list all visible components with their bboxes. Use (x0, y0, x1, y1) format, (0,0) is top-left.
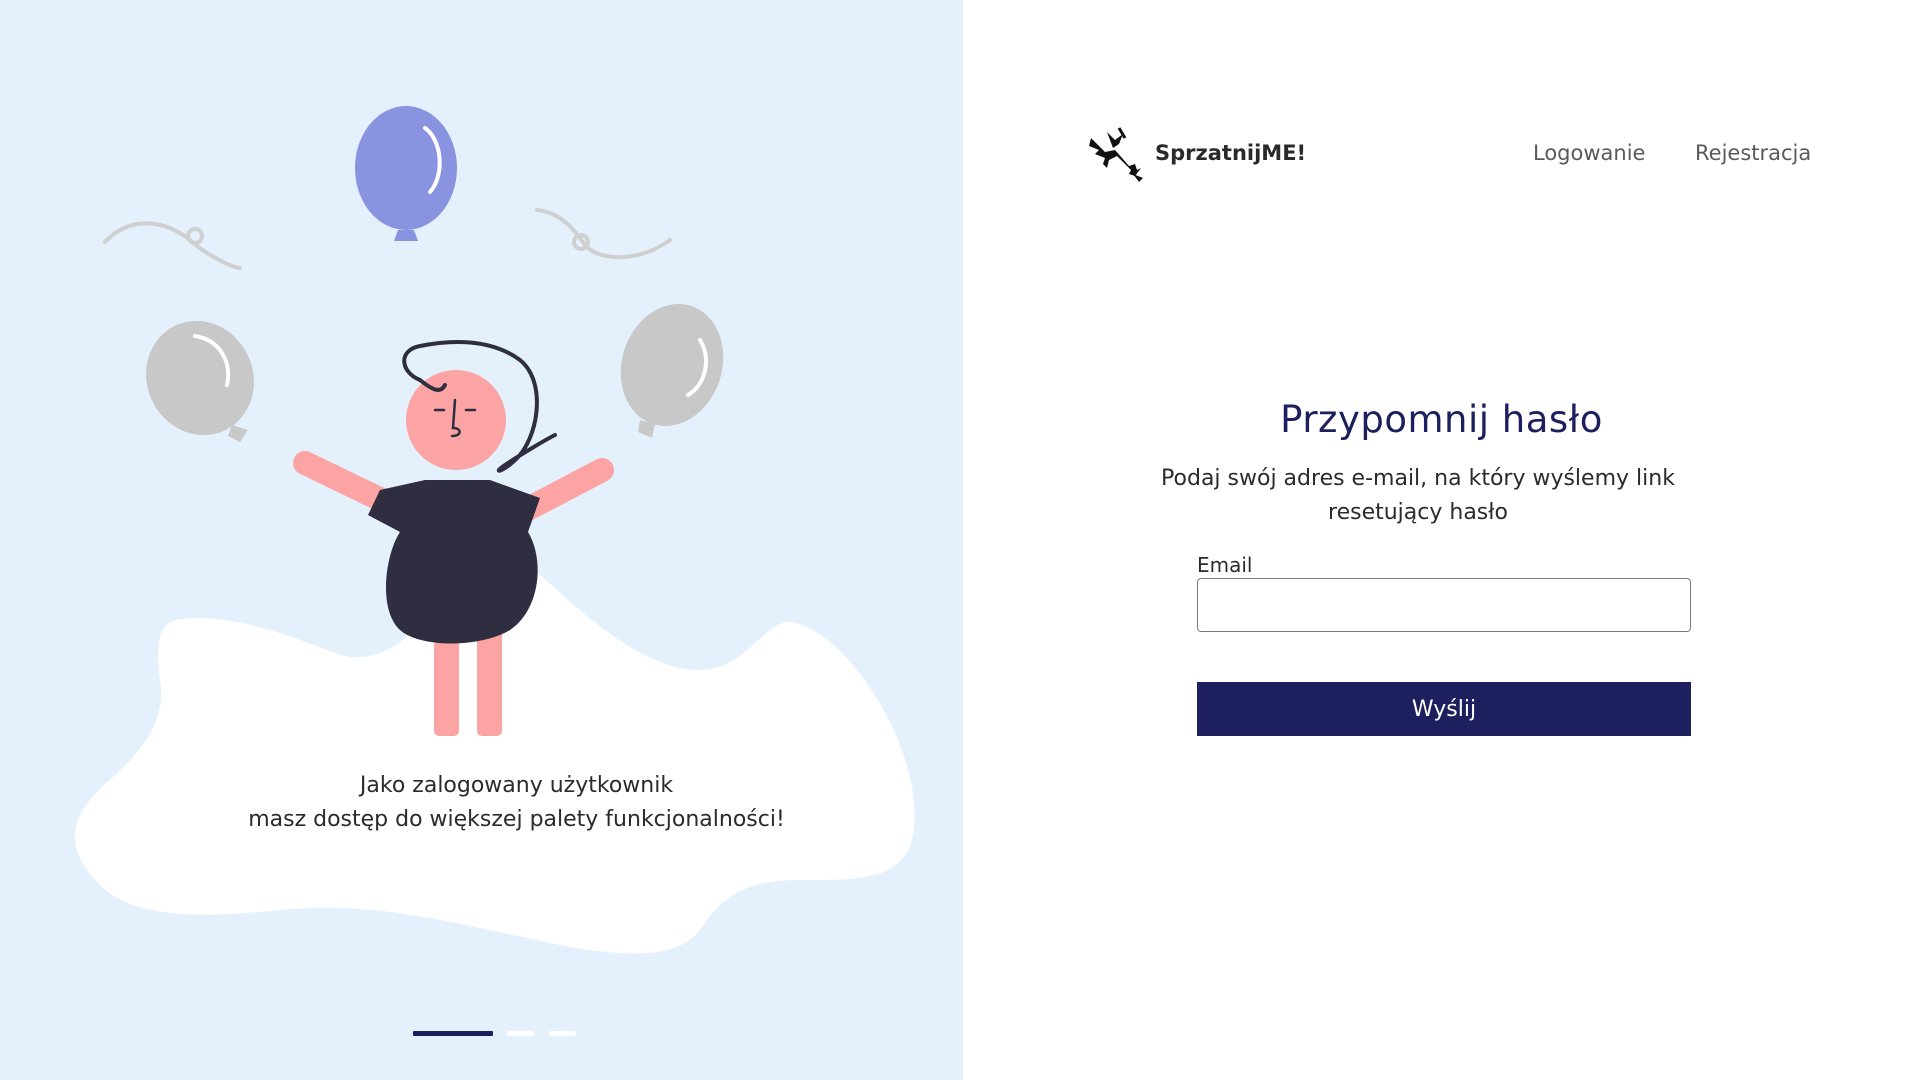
head (406, 370, 506, 470)
balloon-blue (355, 106, 457, 230)
carousel-indicator (0, 1031, 963, 1037)
nav-register-link[interactable]: Rejestracja (1695, 141, 1811, 165)
carousel-dot-2[interactable] (507, 1031, 534, 1036)
nav-login-link[interactable]: Logowanie (1533, 141, 1645, 165)
balloon-grey-left (146, 320, 254, 436)
left-illustration-panel: Jako zalogowany użytkownik masz dostęp d… (0, 0, 963, 1080)
squiggle-left-loop (186, 227, 204, 245)
balloon-grey-right (620, 304, 724, 426)
submit-button[interactable]: Wyślij (1197, 682, 1691, 736)
carousel-dot-1[interactable] (413, 1031, 493, 1036)
brand[interactable]: SprzatnijME! (1085, 124, 1306, 182)
squiggle-right (535, 208, 672, 260)
top-navigation: SprzatnijME! Logowanie Rejestracja (963, 0, 1920, 200)
leg-left (434, 630, 459, 736)
dress (368, 480, 540, 644)
email-field[interactable] (1197, 578, 1691, 632)
caption-line-2: masz dostęp do większej palety funkcjona… (248, 807, 785, 832)
leg-right (477, 630, 502, 736)
page-title: Przypomnij hasło (1280, 398, 1603, 441)
form-description: Podaj swój adres e-mail, na który wyślem… (1161, 466, 1675, 525)
promo-caption: Jako zalogowany użytkownik masz dostęp d… (80, 769, 953, 837)
caption-line-1: Jako zalogowany użytkownik (359, 773, 674, 798)
email-label: Email (1197, 553, 1253, 577)
carousel-dot-3[interactable] (549, 1031, 576, 1036)
celebration-illustration (75, 106, 915, 954)
brand-name: SprzatnijME! (1155, 141, 1307, 165)
squiggle-left (103, 221, 242, 270)
right-form-panel: SprzatnijME! Logowanie Rejestracja Przyp… (963, 0, 1920, 1080)
witch-on-broom-icon (1089, 127, 1143, 182)
